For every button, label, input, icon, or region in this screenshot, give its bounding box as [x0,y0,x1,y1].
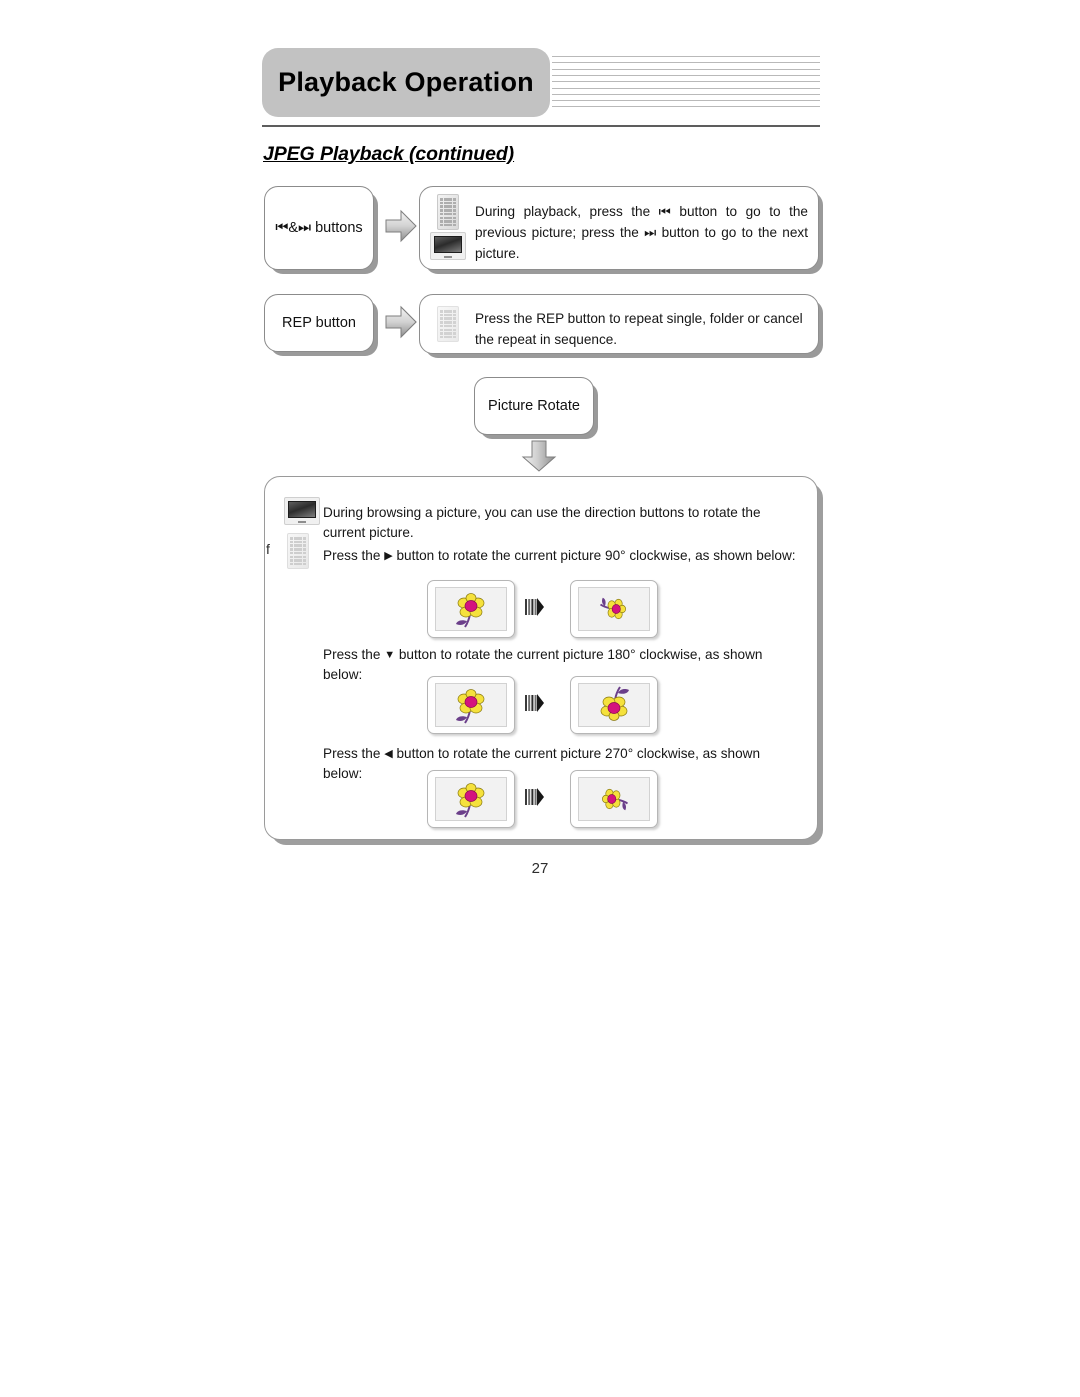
photo-frame-before-270 [427,770,515,828]
flower-image-upright [456,689,485,724]
remote-control-icon [437,306,459,342]
rotate-step-90-suffix: button to rotate the current picture 90°… [396,548,796,563]
flow-arrow-icon-2 [385,305,417,339]
left-arrow-button-icon: ◀ [384,748,393,760]
header-line [552,106,820,108]
header-line [552,100,820,102]
flower-image-rot180 [600,686,629,721]
rep-description-text: Press the REP button to repeat single, f… [475,311,803,347]
rotate-step-90-prefix: Press the [323,548,381,563]
flower-image-upright [456,593,485,628]
header-line [552,68,820,70]
photo-frame-before-90 [427,580,515,638]
remote-control-icon [287,533,309,569]
picture-rotate-label: Picture Rotate [488,398,580,414]
rotate-step-180-prefix: Press the [323,647,381,662]
flower-image-upright [456,783,485,818]
rep-button-label-box: REP button [264,294,374,352]
document-page: Playback Operation JPEG Playback (contin… [0,0,1080,1397]
rep-description-box: Press the REP button to repeat single, f… [419,294,819,354]
prev-next-description-box: During playback, press the ⏮ button to g… [419,186,819,270]
down-arrow-button-icon: ▼ [384,649,396,661]
rep-button-label: REP button [282,315,356,331]
flower-image-rot90 [599,597,626,620]
section-subtitle: JPEG Playback (continued) [263,143,515,165]
flow-arrow-icon-1 [385,209,417,243]
prev-next-description-text: During playback, press the ⏮ button to g… [475,204,808,261]
picture-rotate-node: Picture Rotate [474,377,594,435]
panel-intro-text: During browsing a picture, you can use t… [323,505,761,540]
rotate-step-270-text: Press the ◀ button to rotate the current… [323,744,803,784]
tv-icon [284,497,320,525]
photo-frame-after-90 [570,580,658,638]
rotate-step-90-text: Press the ▶ button to rotate the current… [323,546,803,566]
header-line [552,62,820,64]
photo-frame-after-180 [570,676,658,734]
header-line [552,81,820,83]
remote-control-icon [437,194,459,230]
rotate-transition-arrow-icon-270 [524,786,544,808]
header-divider-rule [262,125,820,127]
header-line [552,93,820,95]
rotate-transition-arrow-icon-90 [524,596,544,618]
header-line [552,74,820,76]
stray-character: f [266,541,270,557]
header-line [552,87,820,89]
rotate-step-180-text: Press the ▼ button to rotate the current… [323,645,803,685]
flower-image-rot270 [602,788,629,811]
page-number: 27 [531,860,549,877]
prev-next-buttons-label: ⏮&⏭ buttons [275,220,363,236]
flow-arrow-down-icon [521,440,557,472]
header-line [552,56,820,57]
page-title: Playback Operation [278,67,534,97]
rotate-step-270-prefix: Press the [323,746,381,761]
prev-next-buttons-label-box: ⏮&⏭ buttons [264,186,374,270]
rotate-transition-arrow-icon-180 [524,692,544,714]
header-decorative-lines [552,56,820,112]
photo-frame-after-270 [570,770,658,828]
tv-icon [430,232,466,260]
right-arrow-button-icon: ▶ [384,550,393,562]
page-header: Playback Operation [262,48,820,128]
photo-frame-before-180 [427,676,515,734]
